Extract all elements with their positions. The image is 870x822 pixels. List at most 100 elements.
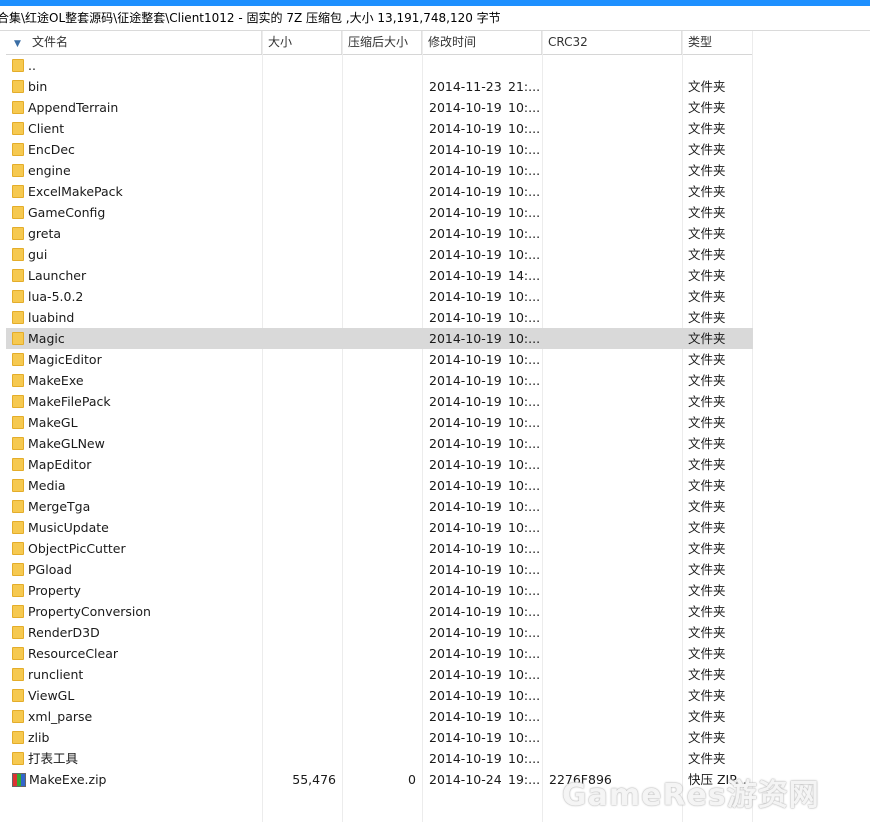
file-row[interactable]: PGload 2014-10-19 10:... 文件夹 xyxy=(6,559,753,580)
file-row[interactable]: MapEditor 2014-10-19 10:... 文件夹 xyxy=(6,454,753,475)
file-row[interactable]: ResourceClear 2014-10-19 10:... 文件夹 xyxy=(6,643,753,664)
column-header-name[interactable]: ▼ 文件名 xyxy=(6,31,262,54)
folder-icon xyxy=(12,563,24,576)
file-crc xyxy=(549,265,679,286)
file-list: .. bin 2014-11-23 21:... 文件夹 AppendTerrain 201… xyxy=(6,55,753,790)
column-header-modified[interactable]: 修改时间 xyxy=(422,31,542,54)
file-row[interactable]: Client 2014-10-19 10:... 文件夹 xyxy=(6,118,753,139)
file-row[interactable]: MakeFilePack 2014-10-19 10:... 文件夹 xyxy=(6,391,753,412)
file-row[interactable]: ViewGL 2014-10-19 10:... 文件夹 xyxy=(6,685,753,706)
file-row[interactable]: ObjectPicCutter 2014-10-19 10:... 文件夹 xyxy=(6,538,753,559)
file-packed-size xyxy=(342,643,422,664)
file-modified-time: 14:... xyxy=(508,268,541,283)
file-row[interactable]: Media 2014-10-19 10:... 文件夹 xyxy=(6,475,753,496)
file-size xyxy=(262,685,342,706)
file-modified-time: 19:... xyxy=(508,772,541,787)
column-header-packed-size[interactable]: 压缩后大小 xyxy=(342,31,422,54)
file-packed-size xyxy=(342,139,422,160)
file-name: Client xyxy=(28,121,65,136)
file-row[interactable]: gui 2014-10-19 10:... 文件夹 xyxy=(6,244,753,265)
folder-icon xyxy=(12,143,24,156)
column-header-size-label: 大小 xyxy=(268,35,293,49)
file-packed-size xyxy=(342,391,422,412)
file-type: 文件夹 xyxy=(688,562,726,577)
file-row[interactable]: Property 2014-10-19 10:... 文件夹 xyxy=(6,580,753,601)
file-modified-time: 10:... xyxy=(508,751,541,766)
file-row[interactable]: Launcher 2014-10-19 14:... 文件夹 xyxy=(6,265,753,286)
file-name-cell: greta xyxy=(12,223,262,244)
file-packed-size xyxy=(342,286,422,307)
file-packed-size xyxy=(342,538,422,559)
file-row[interactable]: ExcelMakePack 2014-10-19 10:... 文件夹 xyxy=(6,181,753,202)
column-header-crc[interactable]: CRC32 xyxy=(542,31,682,54)
file-modified-date: 2014-11-23 xyxy=(429,79,502,94)
file-modified-time: 10:... xyxy=(508,247,541,262)
file-name-cell: MakeExe xyxy=(12,370,262,391)
folder-icon xyxy=(12,59,24,72)
file-size xyxy=(262,370,342,391)
file-row[interactable]: engine 2014-10-19 10:... 文件夹 xyxy=(6,160,753,181)
file-modified-date: 2014-10-19 xyxy=(429,100,502,115)
file-modified-date: 2014-10-19 xyxy=(429,331,502,346)
file-row[interactable]: greta 2014-10-19 10:... 文件夹 xyxy=(6,223,753,244)
file-row[interactable]: xml_parse 2014-10-19 10:... 文件夹 xyxy=(6,706,753,727)
folder-icon xyxy=(12,353,24,366)
archive-path-bar: 合集\红途OL整套源码\征途整套\Client1012 - 固实的 7Z 压缩包… xyxy=(0,6,870,31)
file-type: 文件夹 xyxy=(688,730,726,745)
file-name-cell: zlib xyxy=(12,727,262,748)
file-row[interactable]: luabind 2014-10-19 10:... 文件夹 xyxy=(6,307,753,328)
file-type: 文件夹 xyxy=(688,100,726,115)
file-row[interactable]: MagicEditor 2014-10-19 10:... 文件夹 xyxy=(6,349,753,370)
file-crc xyxy=(549,76,679,97)
file-row[interactable]: GameConfig 2014-10-19 10:... 文件夹 xyxy=(6,202,753,223)
file-modified-date: 2014-10-19 xyxy=(429,646,502,661)
file-type: 文件夹 xyxy=(688,709,726,724)
file-size xyxy=(262,118,342,139)
file-modified-date: 2014-10-19 xyxy=(429,226,502,241)
file-row[interactable]: MergeTga 2014-10-19 10:... 文件夹 xyxy=(6,496,753,517)
file-type: 文件夹 xyxy=(688,184,726,199)
file-row[interactable]: MusicUpdate 2014-10-19 10:... 文件夹 xyxy=(6,517,753,538)
file-type: 文件夹 xyxy=(688,478,726,493)
file-crc xyxy=(549,727,679,748)
file-name-cell: Launcher xyxy=(12,265,262,286)
file-crc xyxy=(549,538,679,559)
file-modified-time: 10:... xyxy=(508,121,541,136)
file-name-cell: ExcelMakePack xyxy=(12,181,262,202)
file-row[interactable]: .. xyxy=(6,55,753,76)
file-row[interactable]: AppendTerrain 2014-10-19 10:... 文件夹 xyxy=(6,97,753,118)
file-row[interactable]: zlib 2014-10-19 10:... 文件夹 xyxy=(6,727,753,748)
folder-icon xyxy=(12,542,24,555)
file-row[interactable]: MakeGLNew 2014-10-19 10:... 文件夹 xyxy=(6,433,753,454)
file-row[interactable]: Magic 2014-10-19 10:... 文件夹 xyxy=(6,328,753,349)
file-row[interactable]: RenderD3D 2014-10-19 10:... 文件夹 xyxy=(6,622,753,643)
folder-icon xyxy=(12,500,24,513)
file-row[interactable]: bin 2014-11-23 21:... 文件夹 xyxy=(6,76,753,97)
folder-icon xyxy=(12,626,24,639)
file-crc xyxy=(549,601,679,622)
file-row[interactable]: 打表工具 2014-10-19 10:... 文件夹 xyxy=(6,748,753,769)
file-row[interactable]: EncDec 2014-10-19 10:... 文件夹 xyxy=(6,139,753,160)
column-header-name-label: 文件名 xyxy=(32,35,69,49)
file-modified-time: 10:... xyxy=(508,436,541,451)
file-modified-time: 10:... xyxy=(508,415,541,430)
file-row[interactable]: runclient 2014-10-19 10:... 文件夹 xyxy=(6,664,753,685)
file-size xyxy=(262,475,342,496)
file-modified-time: 10:... xyxy=(508,352,541,367)
file-name-cell: MergeTga xyxy=(12,496,262,517)
file-modified-date: 2014-10-19 xyxy=(429,583,502,598)
file-row[interactable]: lua-5.0.2 2014-10-19 10:... 文件夹 xyxy=(6,286,753,307)
file-packed-size xyxy=(342,580,422,601)
file-modified-date: 2014-10-19 xyxy=(429,394,502,409)
file-name-cell: PGload xyxy=(12,559,262,580)
column-header-type[interactable]: 类型 xyxy=(682,31,753,54)
file-row[interactable]: MakeExe 2014-10-19 10:... 文件夹 xyxy=(6,370,753,391)
file-type: 文件夹 xyxy=(688,499,726,514)
column-header-size[interactable]: 大小 xyxy=(262,31,342,54)
file-row[interactable]: PropertyConversion 2014-10-19 10:... 文件夹 xyxy=(6,601,753,622)
file-row[interactable]: MakeGL 2014-10-19 10:... 文件夹 xyxy=(6,412,753,433)
file-modified-time: 10:... xyxy=(508,583,541,598)
file-name: PGload xyxy=(28,562,72,577)
file-name: MagicEditor xyxy=(28,352,102,367)
file-packed-size xyxy=(342,55,422,76)
